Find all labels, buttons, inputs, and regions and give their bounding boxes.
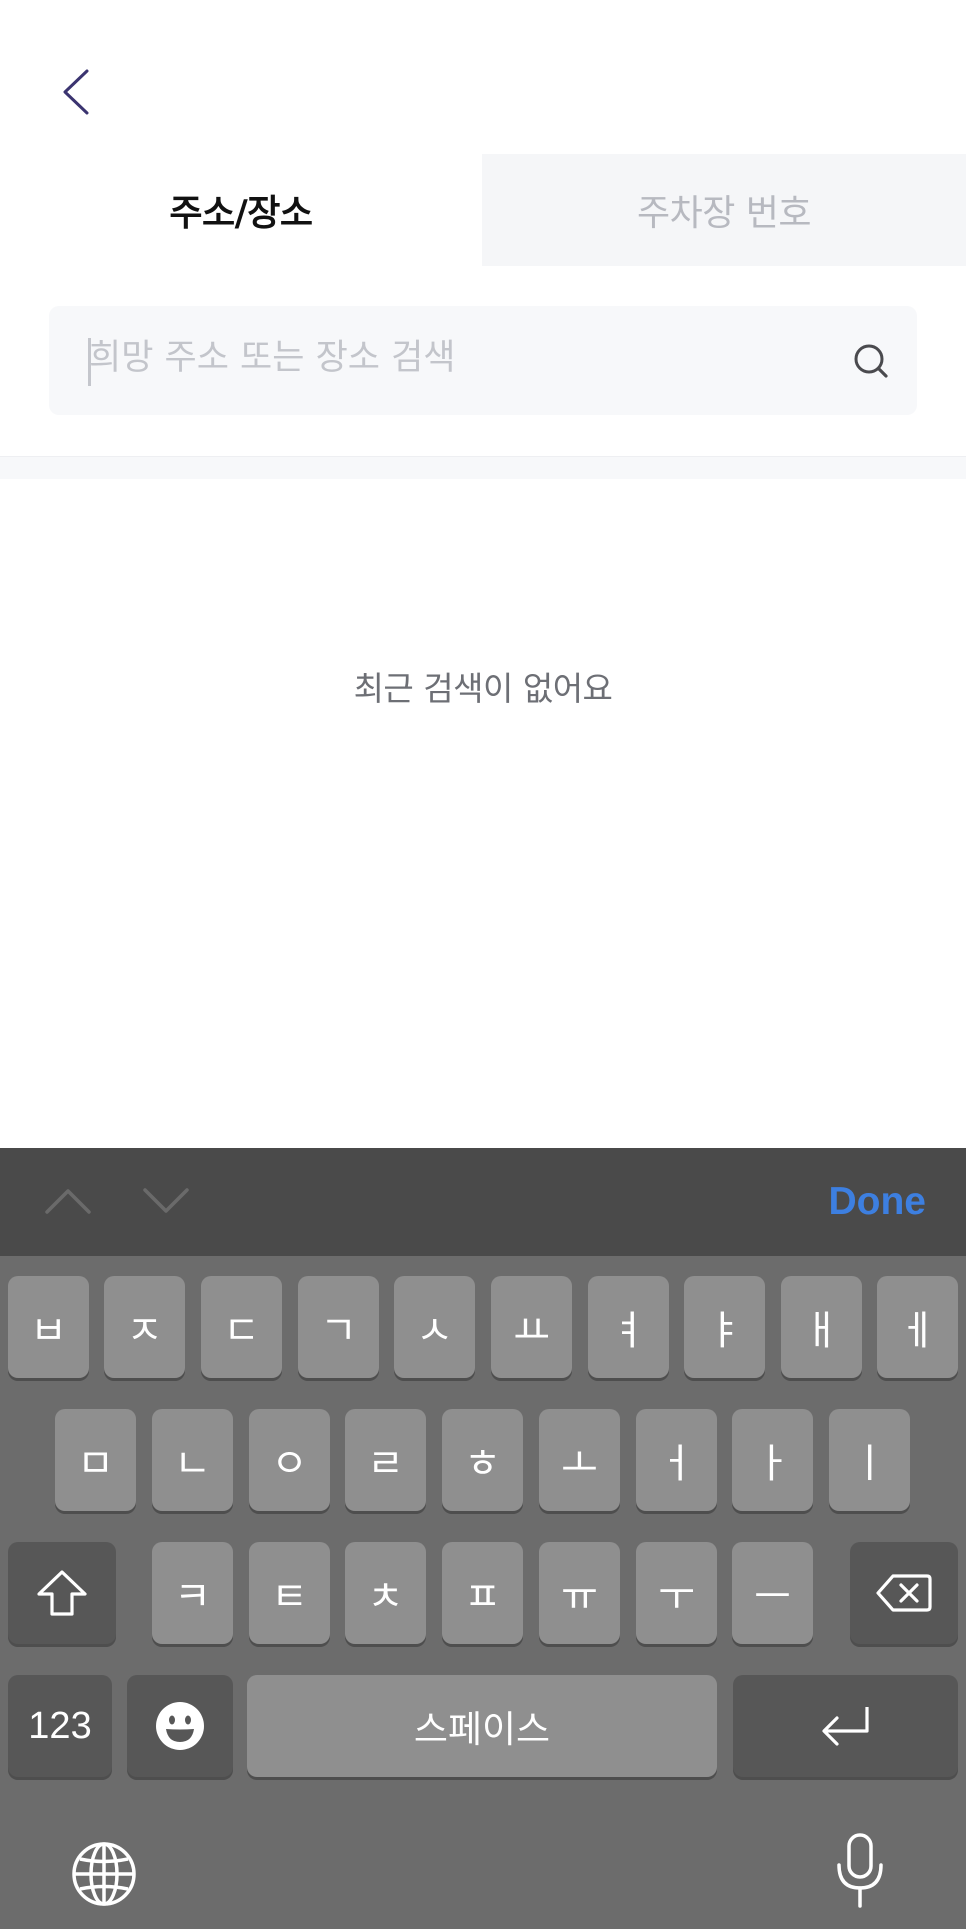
chevron-up-icon — [45, 1189, 91, 1214]
search-box — [49, 306, 917, 415]
key-row1[interactable]: ㅔ — [877, 1276, 958, 1378]
microphone-icon — [837, 1833, 883, 1908]
shift-arrow-icon — [37, 1570, 87, 1616]
previous-field-button[interactable] — [38, 1176, 98, 1226]
key-row2[interactable]: ㅁ — [55, 1409, 136, 1511]
key-row3[interactable]: ㅊ — [345, 1542, 426, 1644]
microphone-key[interactable] — [824, 1826, 896, 1916]
tab-parking-number[interactable]: 주차장 번호 — [482, 154, 966, 266]
return-key[interactable] — [733, 1675, 958, 1777]
globe-key[interactable] — [66, 1836, 142, 1912]
key-row1[interactable]: ㅈ — [104, 1276, 185, 1378]
key-row2[interactable]: ㅏ — [732, 1409, 813, 1511]
return-icon — [821, 1707, 869, 1746]
numbers-key[interactable]: 123 — [8, 1675, 112, 1777]
key-row1[interactable]: ㅛ — [491, 1276, 572, 1378]
tab-address-place[interactable]: 주소/장소 — [0, 154, 482, 266]
shift-key[interactable] — [8, 1542, 116, 1644]
key-row2[interactable]: ㅓ — [636, 1409, 717, 1511]
key-row3[interactable]: ㅜ — [636, 1542, 717, 1644]
key-row2[interactable]: ㅎ — [442, 1409, 523, 1511]
key-row2[interactable]: ㅣ — [829, 1409, 910, 1511]
section-divider — [0, 456, 966, 479]
tab-bar: 주소/장소 주차장 번호 — [0, 154, 966, 266]
key-row3[interactable]: ㅡ — [732, 1542, 813, 1644]
key-row3[interactable]: ㅋ — [152, 1542, 233, 1644]
key-row1[interactable]: ㅑ — [684, 1276, 765, 1378]
key-row1[interactable]: ㄱ — [298, 1276, 379, 1378]
empty-state-message: 최근 검색이 없어요 — [353, 669, 613, 708]
key-row2[interactable]: ㅇ — [249, 1409, 330, 1511]
space-key[interactable]: 스페이스 — [247, 1675, 717, 1777]
key-row3[interactable]: ㅍ — [442, 1542, 523, 1644]
emoji-key[interactable] — [127, 1675, 233, 1777]
key-row2[interactable]: ㄹ — [345, 1409, 426, 1511]
backspace-key[interactable] — [850, 1542, 958, 1644]
search-icon[interactable] — [849, 339, 893, 383]
key-row1[interactable]: ㄷ — [201, 1276, 282, 1378]
keyboard-toolbar: Done — [0, 1148, 966, 1256]
emoji-icon — [156, 1702, 204, 1750]
backspace-icon — [876, 1574, 932, 1612]
key-row3[interactable]: ㅠ — [539, 1542, 620, 1644]
back-button[interactable] — [44, 56, 108, 128]
korean-keyboard: ㅂ ㅈ ㄷ ㄱ ㅅ ㅛ ㅕ ㅑ ㅐ ㅔ ㅁ ㄴ ㅇ ㄹ ㅎ ㅗ ㅓ ㅏ ㅣ ㅋ … — [0, 1256, 966, 1929]
key-row3[interactable]: ㅌ — [249, 1542, 330, 1644]
key-row1[interactable]: ㅕ — [588, 1276, 669, 1378]
chevron-left-icon — [63, 69, 89, 115]
done-button[interactable]: Done — [829, 1148, 927, 1256]
key-row1[interactable]: ㅂ — [8, 1276, 89, 1378]
key-row2[interactable]: ㄴ — [152, 1409, 233, 1511]
chevron-down-icon — [143, 1188, 189, 1213]
key-row1[interactable]: ㅅ — [394, 1276, 475, 1378]
key-row2[interactable]: ㅗ — [539, 1409, 620, 1511]
globe-icon — [72, 1842, 136, 1906]
search-input[interactable] — [89, 306, 829, 415]
next-field-button[interactable] — [136, 1176, 196, 1226]
key-row1[interactable]: ㅐ — [781, 1276, 862, 1378]
